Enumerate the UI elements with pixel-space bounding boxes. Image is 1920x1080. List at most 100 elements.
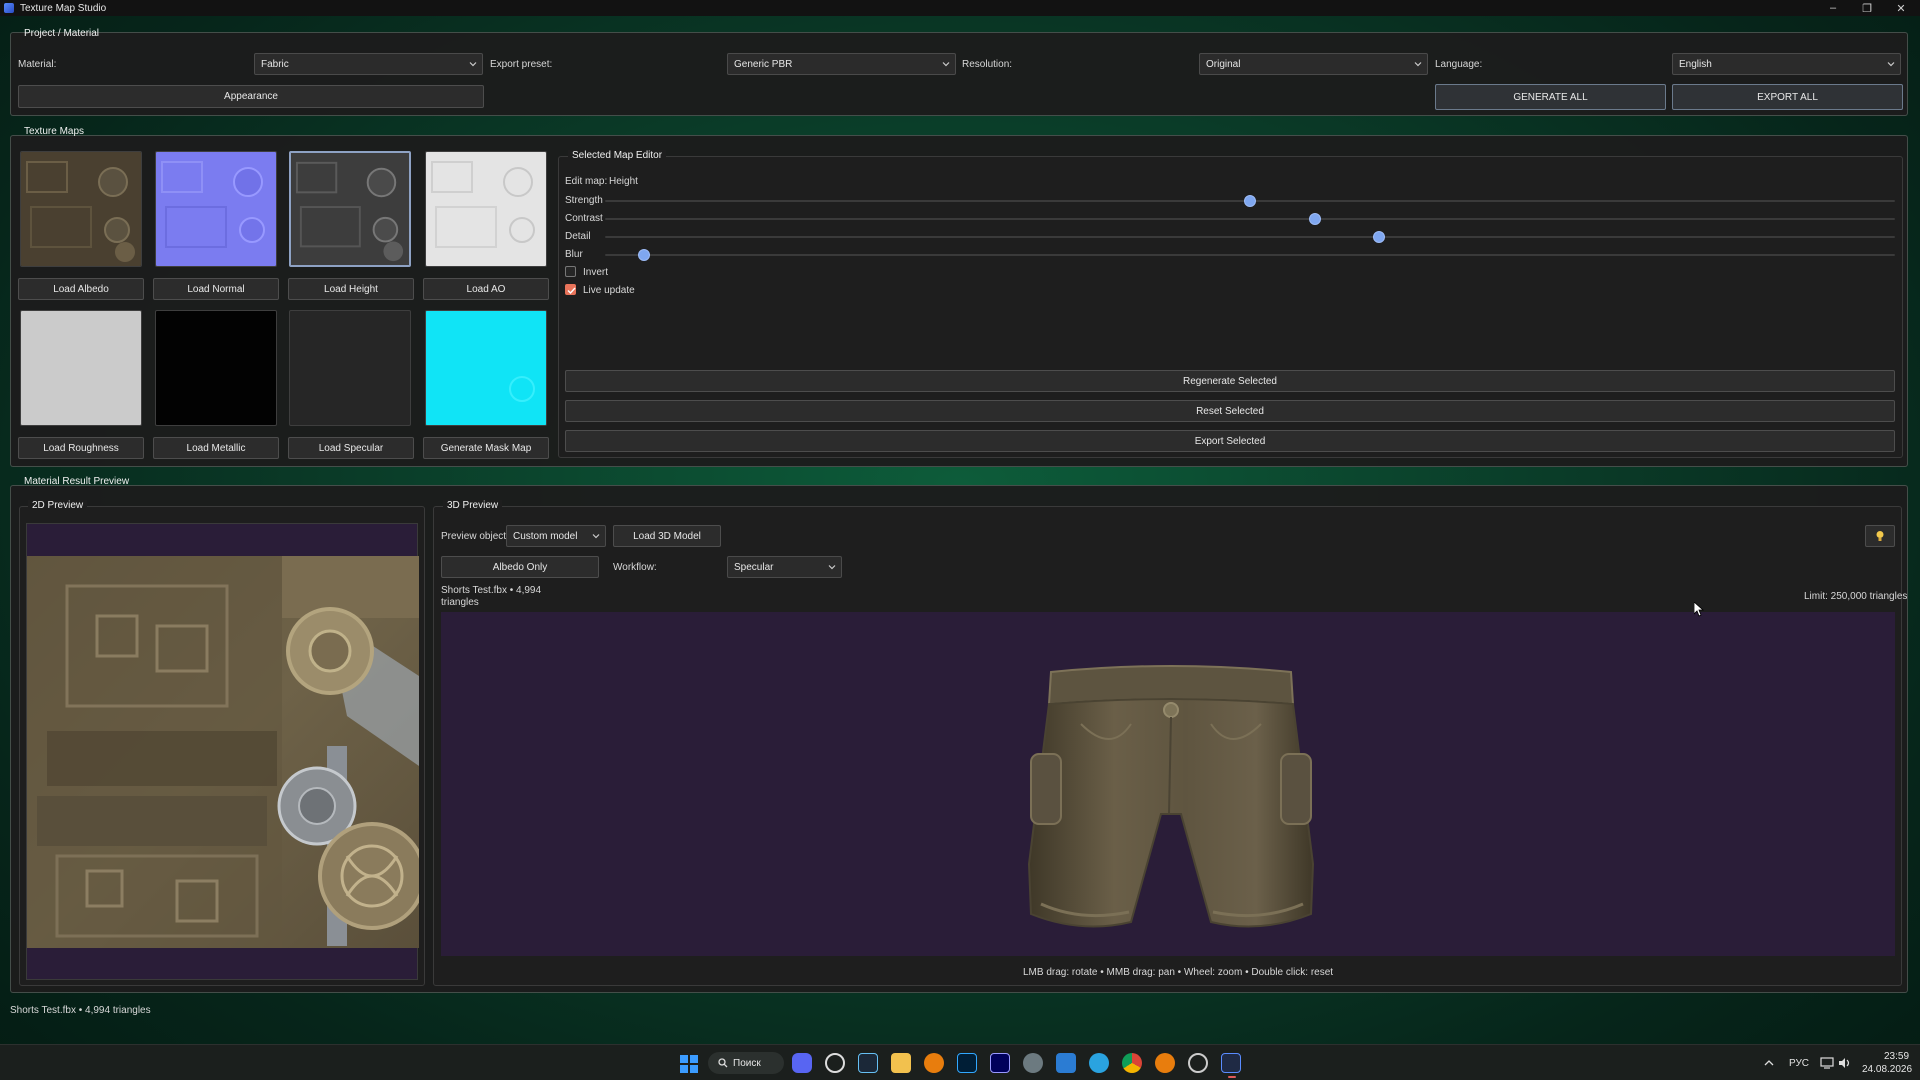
chevron-down-icon: [1887, 62, 1895, 67]
discord-icon[interactable]: [792, 1053, 812, 1073]
ao-thumbnail[interactable]: [425, 151, 547, 267]
invert-checkbox[interactable]: [565, 266, 576, 277]
os-taskbar: Поиск РУС 23:59 24.08.2026: [0, 1044, 1920, 1080]
albedo-thumbnail[interactable]: [20, 151, 142, 267]
slider-track-contrast[interactable]: [605, 218, 1895, 220]
reset-selected-button[interactable]: Reset Selected: [565, 400, 1895, 422]
edit-map-value: Height: [609, 176, 638, 187]
light-toggle-button[interactable]: [1865, 525, 1895, 547]
albedo-only-button[interactable]: Albedo Only: [441, 556, 599, 578]
slider-handle-detail[interactable]: [1373, 231, 1385, 243]
load-roughness-button[interactable]: Load Roughness: [18, 437, 144, 459]
word-document-icon[interactable]: [1056, 1053, 1076, 1073]
material-combo[interactable]: Fabric: [254, 53, 483, 75]
preview-3d-title: 3D Preview: [443, 500, 503, 511]
load-specular-button[interactable]: Load Specular: [288, 437, 414, 459]
steam-icon[interactable]: [858, 1053, 878, 1073]
app-icon: [4, 3, 14, 13]
preview-object-label: Preview object:: [441, 531, 509, 542]
material-result-preview-title: Material Result Preview: [24, 476, 130, 487]
language-combo[interactable]: English: [1672, 53, 1901, 75]
unity-icon[interactable]: [1188, 1053, 1208, 1073]
preview-object-combo-value: Custom model: [513, 530, 578, 542]
blender-alt-icon[interactable]: [1155, 1053, 1175, 1073]
height-thumbnail[interactable]: [289, 151, 411, 267]
chevron-down-icon: [1414, 62, 1422, 67]
resolution-combo-value: Original: [1206, 58, 1241, 70]
generate-mask-map-button[interactable]: Generate Mask Map: [423, 437, 549, 459]
slider-handle-blur[interactable]: [637, 249, 650, 261]
resolution-label: Resolution:: [962, 59, 1013, 70]
resolution-combo[interactable]: Original: [1199, 53, 1428, 75]
slider-track-detail[interactable]: [605, 236, 1895, 238]
settings-gear-icon[interactable]: [1023, 1053, 1043, 1073]
active-app-indicator: [1228, 1076, 1236, 1078]
windows-start-icon[interactable]: [680, 1055, 698, 1073]
telegram-icon[interactable]: [1089, 1053, 1109, 1073]
roughness-thumbnail[interactable]: [20, 310, 142, 426]
load-3d-model-button[interactable]: Load 3D Model: [613, 525, 721, 547]
regenerate-selected-button[interactable]: Regenerate Selected: [565, 370, 1895, 392]
chevron-down-icon: [469, 62, 477, 67]
checkmark-icon: [567, 287, 576, 295]
viewport-controls-hint: LMB drag: rotate • MMB drag: pan • Wheel…: [1023, 967, 1334, 978]
preview-object-combo[interactable]: Custom model: [506, 525, 606, 547]
network-icon[interactable]: [1820, 1057, 1834, 1069]
file-explorer-icon[interactable]: [891, 1053, 911, 1073]
project-material-title: Project / Material: [24, 28, 100, 39]
clock-time[interactable]: 23:59: [1884, 1051, 1909, 1062]
taskbar-search[interactable]: Поиск: [708, 1052, 784, 1074]
slider-handle-strength[interactable]: [1244, 195, 1256, 207]
chrome-icon[interactable]: [1122, 1053, 1142, 1073]
title-bar: Texture Map Studio – ❐ ✕: [0, 0, 1920, 16]
tray-expand-icon[interactable]: [1764, 1059, 1774, 1067]
preview-2d-viewport[interactable]: [26, 523, 419, 980]
material-combo-value: Fabric: [261, 58, 289, 70]
slider-track-blur[interactable]: [605, 254, 1895, 256]
taskbar-search-label: Поиск: [733, 1057, 761, 1069]
load-metallic-button[interactable]: Load Metallic: [153, 437, 279, 459]
load-height-button[interactable]: Load Height: [288, 278, 414, 300]
language-combo-value: English: [1679, 58, 1712, 70]
metallic-thumbnail[interactable]: [155, 310, 277, 426]
workflow-combo[interactable]: Specular: [727, 556, 842, 578]
generate-all-button[interactable]: GENERATE ALL: [1435, 84, 1666, 110]
chatgpt-icon[interactable]: [825, 1053, 845, 1073]
slider-label-contrast: Contrast: [565, 213, 603, 224]
mask-map-thumbnail[interactable]: [425, 310, 547, 426]
specular-thumbnail[interactable]: [289, 310, 411, 426]
live-update-checkbox[interactable]: [565, 284, 576, 295]
slider-handle-contrast[interactable]: [1308, 213, 1321, 225]
photoshop-icon[interactable]: [957, 1053, 977, 1073]
slider-label-blur: Blur: [565, 249, 583, 260]
close-icon[interactable]: ✕: [1884, 0, 1918, 16]
slider-label-detail: Detail: [565, 231, 591, 242]
preview-3d-viewport[interactable]: [441, 612, 1895, 956]
lightbulb-icon: [1876, 531, 1884, 541]
appearance-button[interactable]: Appearance: [18, 85, 484, 108]
minimize-icon[interactable]: –: [1816, 0, 1850, 16]
model-info-line2: triangles: [441, 597, 479, 608]
load-normal-button[interactable]: Load Normal: [153, 278, 279, 300]
triangle-limit-text: Limit: 250,000 triangles: [1804, 591, 1908, 602]
input-language-indicator[interactable]: РУС: [1789, 1058, 1809, 1069]
clock-date[interactable]: 24.08.2026: [1862, 1064, 1912, 1075]
texture-maps-title: Texture Maps: [24, 126, 85, 137]
live-update-label: Live update: [583, 285, 635, 296]
albedo-map-image: [21, 152, 141, 266]
load-albedo-button[interactable]: Load Albedo: [18, 278, 144, 300]
export-selected-button[interactable]: Export Selected: [565, 430, 1895, 452]
selected-map-editor-title: Selected Map Editor: [568, 150, 667, 161]
maximize-icon[interactable]: ❐: [1850, 0, 1884, 16]
search-icon: [718, 1058, 728, 1068]
export-all-button[interactable]: EXPORT ALL: [1672, 84, 1903, 110]
export-preset-combo[interactable]: Generic PBR: [727, 53, 956, 75]
export-preset-combo-value: Generic PBR: [734, 58, 793, 70]
load-ao-button[interactable]: Load AO: [423, 278, 549, 300]
audition-icon[interactable]: [990, 1053, 1010, 1073]
volume-icon[interactable]: [1838, 1057, 1852, 1069]
normal-thumbnail[interactable]: [155, 151, 277, 267]
texture-map-studio-taskbar-icon[interactable]: [1221, 1053, 1241, 1073]
blender-icon[interactable]: [924, 1053, 944, 1073]
slider-label-strength: Strength: [565, 195, 603, 206]
